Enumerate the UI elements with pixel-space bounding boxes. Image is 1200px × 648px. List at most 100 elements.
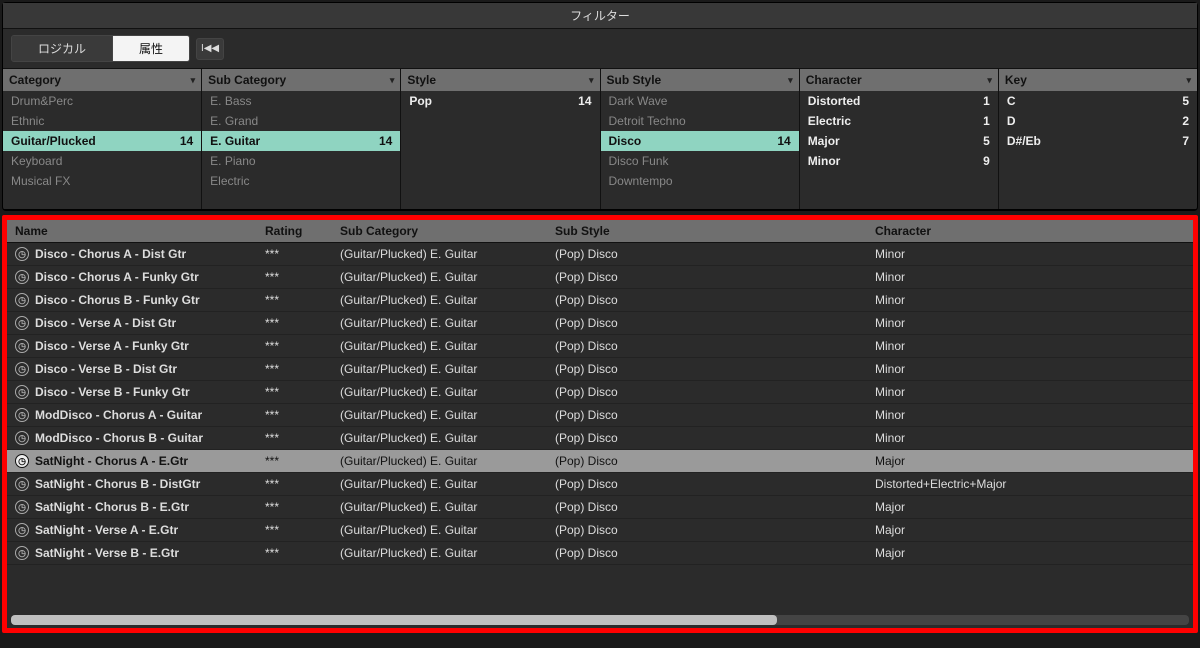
preset-icon[interactable]: ◷ (15, 316, 29, 330)
filter-item[interactable]: C5 (999, 91, 1197, 111)
preset-icon[interactable]: ◷ (15, 247, 29, 261)
filter-item[interactable]: Downtempo (601, 171, 799, 191)
filter-item[interactable]: Disco Funk (601, 151, 799, 171)
cell-character: Distorted+Electric+Major (867, 473, 1193, 495)
preset-name: SatNight - Verse B - E.Gtr (35, 546, 179, 560)
preset-icon[interactable]: ◷ (15, 546, 29, 560)
result-row[interactable]: ◷SatNight - Verse B - E.Gtr***(Guitar/Pl… (7, 542, 1193, 565)
preset-name: Disco - Chorus B - Funky Gtr (35, 293, 200, 307)
cell-rating[interactable]: *** (257, 427, 332, 449)
filter-item[interactable]: Electric (202, 171, 400, 191)
result-row[interactable]: ◷ModDisco - Chorus A - Guitar***(Guitar/… (7, 404, 1193, 427)
cell-character: Major (867, 496, 1193, 518)
col-head-character[interactable]: Character (867, 220, 1193, 242)
cell-substyle: (Pop) Disco (547, 427, 867, 449)
cell-rating[interactable]: *** (257, 404, 332, 426)
cell-name: ◷Disco - Chorus A - Dist Gtr (7, 243, 257, 265)
filter-item[interactable]: D#/Eb 7 (999, 131, 1197, 151)
cell-rating[interactable]: *** (257, 289, 332, 311)
result-row[interactable]: ◷Disco - Verse B - Funky Gtr***(Guitar/P… (7, 381, 1193, 404)
filter-item[interactable]: Distorted1 (800, 91, 998, 111)
cell-subcategory: (Guitar/Plucked) E. Guitar (332, 519, 547, 541)
result-row[interactable]: ◷Disco - Chorus A - Funky Gtr***(Guitar/… (7, 266, 1193, 289)
reset-filter-button[interactable]: I◀◀ (196, 38, 224, 60)
filter-item-label: D#/Eb (1007, 134, 1041, 148)
result-row[interactable]: ◷Disco - Chorus A - Dist Gtr***(Guitar/P… (7, 243, 1193, 266)
preset-icon[interactable]: ◷ (15, 385, 29, 399)
preset-name: ModDisco - Chorus B - Guitar (35, 431, 203, 445)
result-row[interactable]: ◷ModDisco - Chorus B - Guitar***(Guitar/… (7, 427, 1193, 450)
preset-icon[interactable]: ◷ (15, 339, 29, 353)
filter-item-count: 7 (1171, 134, 1189, 148)
col-head-subcategory[interactable]: Sub Category (332, 220, 547, 242)
filter-item[interactable]: Major5 (800, 131, 998, 151)
cell-rating[interactable]: *** (257, 312, 332, 334)
preset-icon[interactable]: ◷ (15, 293, 29, 307)
cell-rating[interactable]: *** (257, 335, 332, 357)
tab-attribute[interactable]: 属性 (113, 36, 189, 61)
filter-item-label: Dark Wave (609, 94, 668, 108)
filter-item[interactable]: Electric1 (800, 111, 998, 131)
filter-toolbar: ロジカル 属性 I◀◀ (3, 29, 1197, 68)
filter-column-body: Dark Wave Detroit TechnoDisco14Disco Funk… (601, 91, 799, 209)
preset-icon[interactable]: ◷ (15, 270, 29, 284)
horizontal-scrollbar[interactable] (11, 615, 1189, 625)
cell-rating[interactable]: *** (257, 266, 332, 288)
filter-column-header[interactable]: Character▾ (800, 69, 998, 91)
filter-item[interactable]: Keyboard (3, 151, 201, 171)
col-head-substyle[interactable]: Sub Style (547, 220, 867, 242)
filter-column-header[interactable]: Key▾ (999, 69, 1197, 91)
cell-rating[interactable]: *** (257, 473, 332, 495)
cell-rating[interactable]: *** (257, 381, 332, 403)
preset-icon[interactable]: ◷ (15, 362, 29, 376)
filter-column-header[interactable]: Style▾ (401, 69, 599, 91)
preset-name: Disco - Verse B - Funky Gtr (35, 385, 190, 399)
filter-column-body: E. BassE. GrandE. Guitar14E. PianoElectr… (202, 91, 400, 209)
cell-rating[interactable]: *** (257, 243, 332, 265)
preset-icon[interactable]: ◷ (15, 431, 29, 445)
filter-item[interactable]: E. Guitar14 (202, 131, 400, 151)
preset-icon[interactable]: ◷ (15, 500, 29, 514)
preset-icon[interactable]: ◷ (15, 477, 29, 491)
filter-item[interactable]: Guitar/Plucked14 (3, 131, 201, 151)
filter-item[interactable]: Disco14 (601, 131, 799, 151)
result-row[interactable]: ◷SatNight - Verse A - E.Gtr***(Guitar/Pl… (7, 519, 1193, 542)
tab-logical[interactable]: ロジカル (12, 36, 113, 61)
filter-item[interactable]: Dark Wave (601, 91, 799, 111)
result-row[interactable]: ◷SatNight - Chorus B - DistGtr***(Guitar… (7, 473, 1193, 496)
filter-item[interactable]: Minor9 (800, 151, 998, 171)
cell-rating[interactable]: *** (257, 358, 332, 380)
filter-column-header[interactable]: Sub Style▾ (601, 69, 799, 91)
filter-column-header[interactable]: Category▾ (3, 69, 201, 91)
result-row[interactable]: ◷SatNight - Chorus A - E.Gtr***(Guitar/P… (7, 450, 1193, 473)
cell-substyle: (Pop) Disco (547, 266, 867, 288)
col-head-name[interactable]: Name (7, 220, 257, 242)
col-head-rating[interactable]: Rating (257, 220, 332, 242)
preset-icon[interactable]: ◷ (15, 523, 29, 537)
filter-item[interactable]: E. Piano (202, 151, 400, 171)
results-body[interactable]: ◷Disco - Chorus A - Dist Gtr***(Guitar/P… (7, 243, 1193, 615)
result-row[interactable]: ◷Disco - Chorus B - Funky Gtr***(Guitar/… (7, 289, 1193, 312)
filter-item-label: Minor (808, 154, 841, 168)
filter-item[interactable]: Pop14 (401, 91, 599, 111)
filter-item[interactable]: D2 (999, 111, 1197, 131)
filter-item[interactable]: E. Grand (202, 111, 400, 131)
filter-item[interactable]: Ethnic (3, 111, 201, 131)
result-row[interactable]: ◷SatNight - Chorus B - E.Gtr***(Guitar/P… (7, 496, 1193, 519)
cell-rating[interactable]: *** (257, 496, 332, 518)
cell-rating[interactable]: *** (257, 519, 332, 541)
result-row[interactable]: ◷Disco - Verse A - Dist Gtr***(Guitar/Pl… (7, 312, 1193, 335)
cell-character: Minor (867, 243, 1193, 265)
filter-item[interactable]: Detroit Techno (601, 111, 799, 131)
filter-item[interactable]: E. Bass (202, 91, 400, 111)
result-row[interactable]: ◷Disco - Verse A - Funky Gtr***(Guitar/P… (7, 335, 1193, 358)
filter-item[interactable]: Musical FX (3, 171, 201, 191)
result-row[interactable]: ◷Disco - Verse B - Dist Gtr***(Guitar/Pl… (7, 358, 1193, 381)
filter-item[interactable]: Drum&Perc (3, 91, 201, 111)
filter-columns: Category▾Drum&PercEthnicGuitar/Plucked14… (3, 68, 1197, 210)
preset-icon[interactable]: ◷ (15, 454, 29, 468)
cell-rating[interactable]: *** (257, 450, 332, 472)
preset-icon[interactable]: ◷ (15, 408, 29, 422)
filter-column-header[interactable]: Sub Category▾ (202, 69, 400, 91)
cell-rating[interactable]: *** (257, 542, 332, 564)
